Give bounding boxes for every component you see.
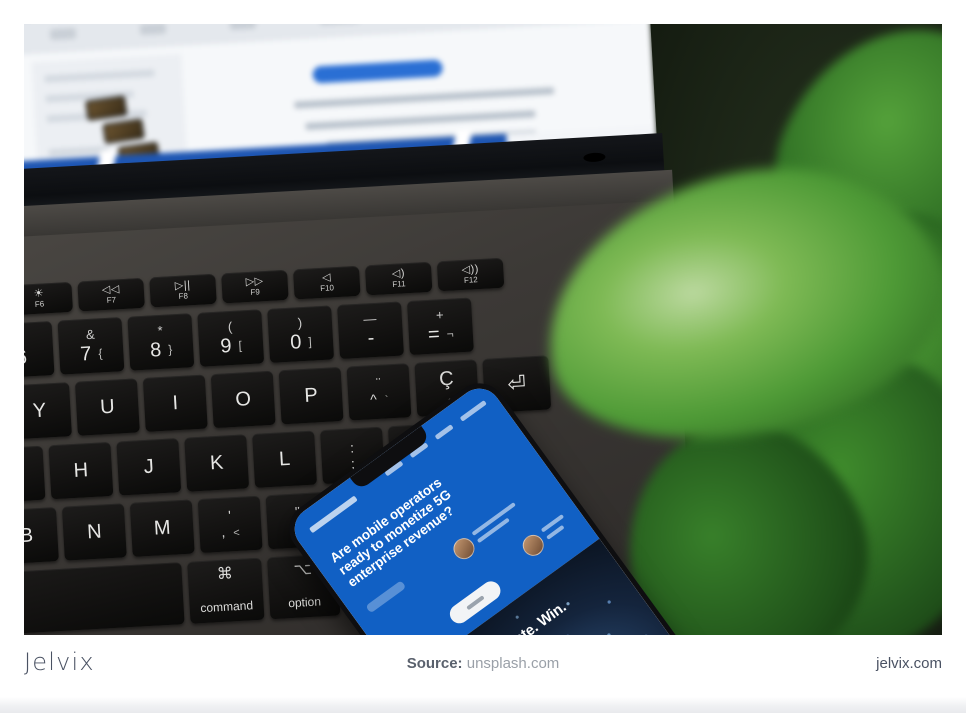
- phone-nav-cta[interactable]: [459, 400, 487, 422]
- keyboard-brightness-icon: ☀: [33, 287, 45, 300]
- phone-site-logo: [308, 495, 358, 534]
- mute-icon: ◁: [321, 271, 332, 284]
- photo-frame: ☀ F6 ◁◁ F7 ▷|| F8 ▷▷ F9 ◁ F10 ◁) F11 ◁))…: [24, 24, 942, 635]
- photo-scene: ☀ F6 ◁◁ F7 ▷|| F8 ▷▷ F9 ◁ F10 ◁) F11 ◁))…: [24, 24, 942, 635]
- key-0[interactable]: ) 0]: [267, 305, 335, 363]
- key-8[interactable]: * 8}: [127, 313, 195, 371]
- source-label: Source:: [406, 655, 463, 672]
- key-f7[interactable]: ◁◁ F7: [77, 277, 145, 312]
- rewind-icon: ◁◁: [101, 283, 121, 297]
- jelvix-logo: Jelvix: [24, 648, 95, 676]
- avatar: [518, 530, 548, 560]
- key-7[interactable]: & 7{: [57, 317, 125, 375]
- key-m[interactable]: M: [129, 499, 195, 557]
- phone-nav-item[interactable]: [434, 424, 454, 440]
- key-u[interactable]: U: [74, 378, 140, 436]
- key-minus[interactable]: — -: [337, 301, 404, 359]
- website-url[interactable]: jelvix.com: [876, 655, 942, 672]
- source-value: unsplash.com: [466, 655, 560, 672]
- volume-down-icon: ◁): [391, 267, 406, 280]
- key-f11[interactable]: ◁) F11: [364, 261, 433, 296]
- key-o[interactable]: O: [210, 370, 276, 429]
- key-f6[interactable]: ☀ F6: [24, 281, 74, 316]
- key-p[interactable]: P: [278, 366, 344, 425]
- key-command[interactable]: ⌘ command: [187, 557, 265, 624]
- screen-highlight-pill: [312, 59, 444, 84]
- bottom-strip: [0, 697, 966, 713]
- key-y[interactable]: Y: [24, 382, 72, 440]
- key-9[interactable]: ( 9[: [197, 309, 265, 367]
- key-g[interactable]: G: [24, 445, 46, 504]
- command-icon: ⌘: [216, 565, 234, 584]
- key-equals[interactable]: + = ¬: [406, 297, 474, 356]
- key-f8[interactable]: ▷|| F8: [149, 273, 217, 308]
- source-attribution: Source: unsplash.com: [407, 655, 560, 672]
- footer: Jelvix Source: unsplash.com jelvix.com: [0, 635, 966, 695]
- laptop-camera-icon: [583, 152, 606, 163]
- key-f9[interactable]: ▷▷ F9: [221, 269, 289, 304]
- key-i[interactable]: I: [142, 374, 208, 432]
- play-pause-icon: ▷||: [174, 279, 191, 293]
- avatar: [449, 534, 479, 564]
- fast-forward-icon: ▷▷: [245, 275, 264, 289]
- phone-hero-tag[interactable]: [365, 580, 407, 614]
- key-j[interactable]: J: [116, 438, 182, 496]
- key-h[interactable]: H: [48, 441, 114, 500]
- key-k[interactable]: K: [184, 434, 250, 492]
- key-n[interactable]: N: [61, 503, 127, 561]
- key-b[interactable]: B: [24, 507, 59, 565]
- key-f12[interactable]: ◁)) F12: [436, 257, 505, 292]
- key-l[interactable]: L: [252, 430, 318, 488]
- key-comma[interactable]: ' , <: [197, 495, 263, 554]
- page-root: ☀ F6 ◁◁ F7 ▷|| F8 ▷▷ F9 ◁ F10 ◁) F11 ◁))…: [0, 0, 966, 713]
- key-6[interactable]: ? 6: [24, 321, 55, 379]
- key-space[interactable]: [24, 562, 185, 635]
- key-f10[interactable]: ◁ F10: [292, 265, 361, 300]
- key-circumflex[interactable]: ¨ ^ `: [346, 363, 412, 421]
